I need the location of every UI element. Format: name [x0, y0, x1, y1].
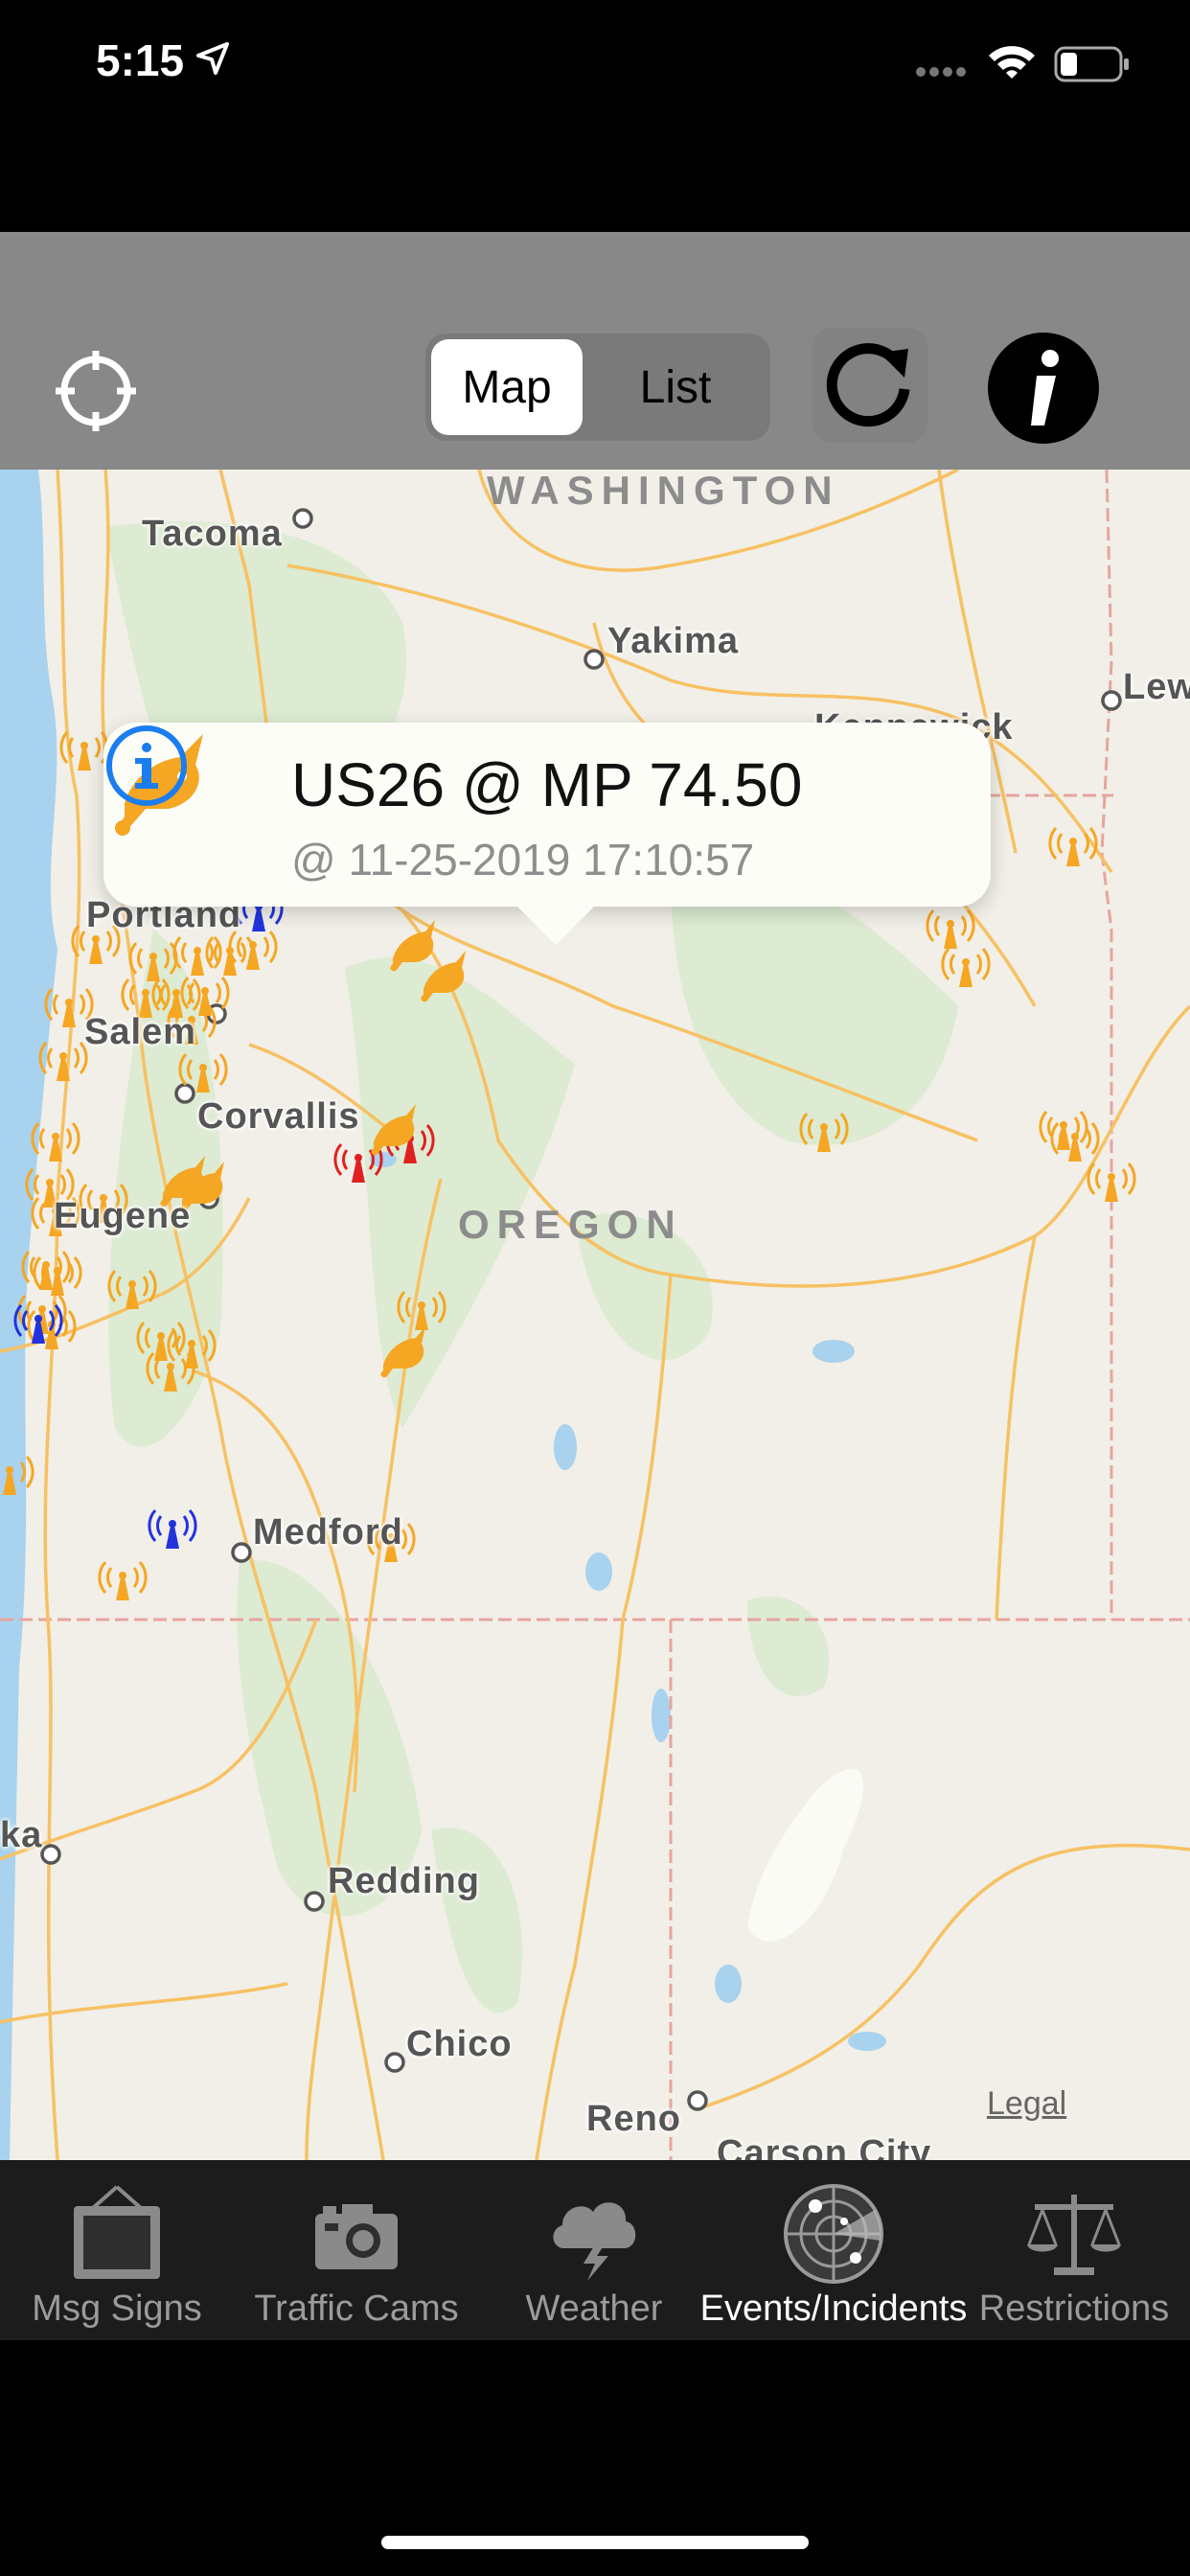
- home-indicator: [381, 2536, 809, 2549]
- tab-bar: Msg Signs Traffic Cams Weather Events/In…: [0, 2160, 1190, 2340]
- radio-tower-marker[interactable]: [21, 1251, 71, 1290]
- map-view[interactable]: WASHINGTON OREGON Tacoma Yakima Kennewic…: [0, 470, 1190, 2160]
- segment-list[interactable]: List: [594, 339, 757, 435]
- tab-label: Events/Incidents: [699, 2288, 968, 2329]
- radio-tower-marker[interactable]: [98, 1561, 148, 1600]
- callout-subtitle: @ 11-25-2019 17:10:57: [291, 835, 755, 885]
- refresh-button[interactable]: [812, 328, 927, 443]
- radio-tower-marker[interactable]: [148, 1509, 197, 1549]
- city-label-medford: Medford: [253, 1512, 403, 1552]
- status-time: 5:15: [96, 35, 185, 85]
- radio-tower-marker[interactable]: [941, 948, 991, 987]
- city-label-lew: Lew: [1123, 667, 1190, 707]
- city-label-eureka: ka: [0, 1815, 43, 1855]
- info-circle-icon[interactable]: [103, 723, 190, 809]
- state-label-oregon: OREGON: [458, 1202, 683, 1247]
- map-list-segmented-control: Map List: [425, 334, 770, 441]
- tab-label: Restrictions: [978, 2288, 1170, 2329]
- city-label-tacoma: Tacoma: [142, 514, 283, 554]
- tab-traffic-cams[interactable]: Traffic Cams: [234, 2160, 479, 2340]
- callout-title: US26 @ MP 74.50: [291, 750, 803, 819]
- city-label-carson-city: Carson City: [717, 2133, 932, 2160]
- incident-callout[interactable]: US26 @ MP 74.50 @ 11-25-2019 17:10:57: [103, 723, 991, 945]
- tab-weather[interactable]: Weather: [479, 2160, 709, 2340]
- battery-icon: [1054, 46, 1129, 82]
- radar-icon: [784, 2184, 883, 2284]
- radio-tower-marker[interactable]: [228, 931, 278, 970]
- crosshair-icon[interactable]: [56, 351, 136, 431]
- tab-restrictions[interactable]: Restrictions: [958, 2160, 1190, 2340]
- city-label-yakima: Yakima: [607, 621, 739, 661]
- radio-tower-marker[interactable]: [1048, 827, 1098, 866]
- refresh-icon: [826, 343, 910, 427]
- toolbar: Map List: [0, 232, 1190, 470]
- radio-tower-marker[interactable]: [926, 909, 975, 949]
- weather-cloud-icon: [553, 2202, 636, 2281]
- city-label-salem: Salem: [84, 1012, 196, 1052]
- location-arrow-icon: [196, 42, 229, 75]
- scales-icon: [1027, 2195, 1121, 2275]
- city-label-reno: Reno: [586, 2099, 681, 2139]
- message-sign-icon: [74, 2185, 160, 2279]
- camera-icon: [315, 2204, 398, 2269]
- city-label-eugene: Eugene: [54, 1196, 192, 1236]
- segment-map[interactable]: Map: [431, 339, 583, 435]
- city-label-chico: Chico: [406, 2024, 513, 2064]
- city-label-corvallis: Corvallis: [197, 1096, 360, 1137]
- callout-pointer: [515, 905, 596, 945]
- tab-label: Weather: [525, 2288, 663, 2329]
- tab-msg-signs[interactable]: Msg Signs: [0, 2160, 234, 2340]
- city-label-redding: Redding: [328, 1861, 480, 1901]
- wifi-icon: [989, 46, 1035, 79]
- tab-events-incidents[interactable]: Events/Incidents: [700, 2160, 967, 2340]
- legal-link[interactable]: Legal: [987, 2085, 1066, 2123]
- status-bar: 5:15: [0, 0, 1190, 134]
- tab-label: Msg Signs: [32, 2288, 202, 2329]
- info-icon[interactable]: [981, 326, 1106, 450]
- tab-label: Traffic Cams: [254, 2288, 459, 2329]
- state-label-washington: WASHINGTON: [487, 470, 840, 513]
- signal-icon: [916, 67, 966, 77]
